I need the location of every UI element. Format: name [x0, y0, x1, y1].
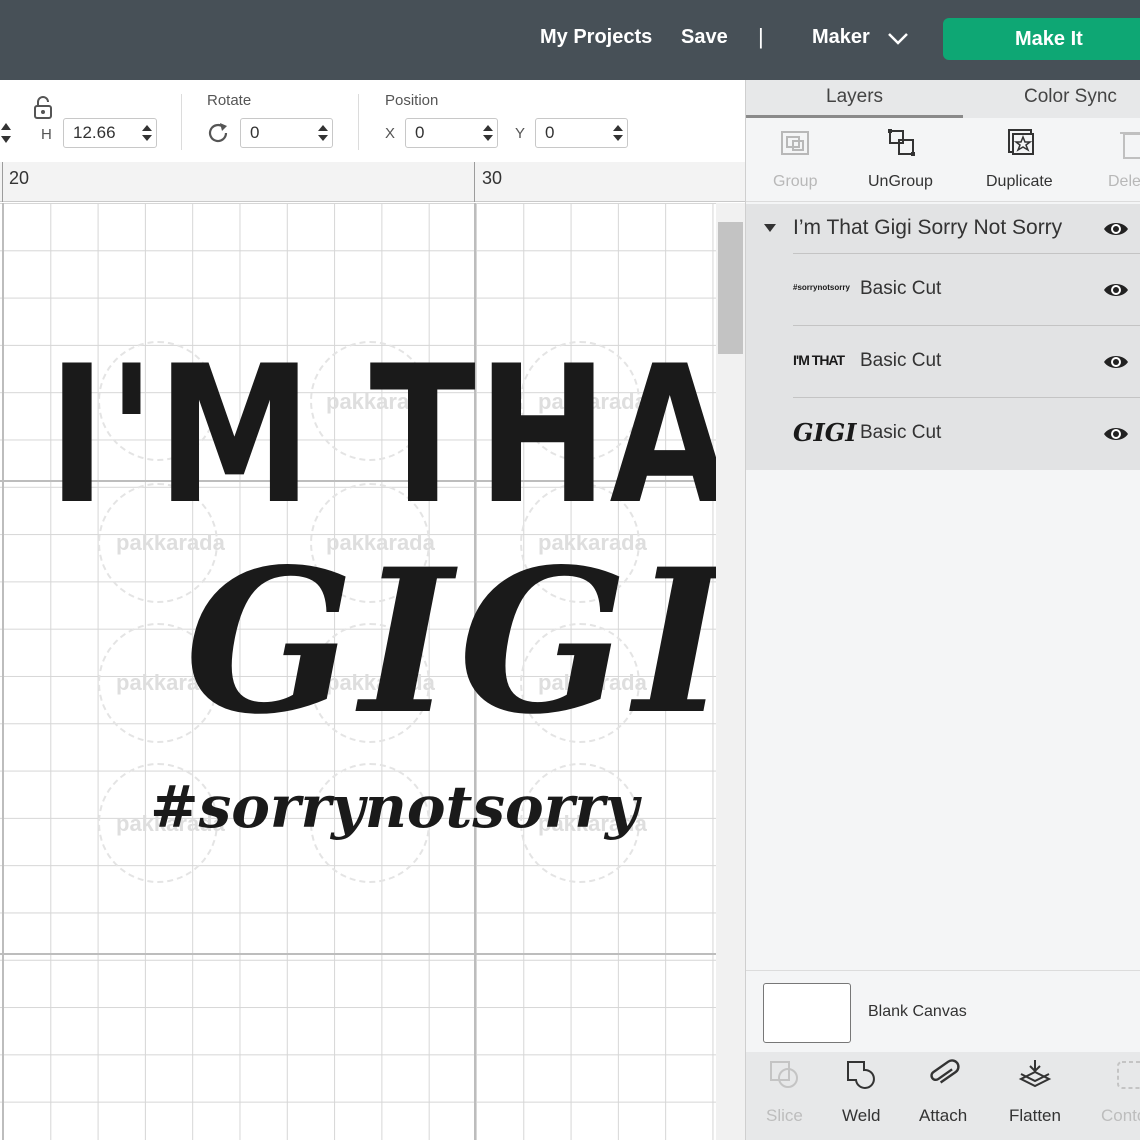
ruler-major-tick: [2, 162, 3, 202]
flatten-label: Flatten: [1009, 1106, 1061, 1125]
attach-label: Attach: [919, 1106, 968, 1125]
chevron-down-icon[interactable]: [886, 28, 910, 48]
flatten-icon[interactable]: [1018, 1058, 1052, 1092]
save-link[interactable]: Save: [681, 26, 728, 49]
layer-label: Basic Cut: [860, 278, 942, 299]
y-label: Y: [515, 125, 526, 142]
slice-label: Slice: [766, 1106, 803, 1125]
grid-major-line: [0, 953, 716, 955]
contour-label: Conto: [1101, 1106, 1140, 1125]
header-separator: |: [758, 24, 764, 49]
layer-bottom-actions: Slice Weld Attach Flatten Conto: [746, 1052, 1140, 1140]
design-text-hashtag[interactable]: #sorrynotsorry: [150, 777, 639, 837]
height-label: H: [41, 126, 52, 143]
design-text-gigi[interactable]: GIGI: [185, 543, 716, 741]
x-stepper-arrows[interactable]: [483, 123, 493, 143]
eye-icon[interactable]: [1103, 353, 1129, 371]
rotate-input[interactable]: 0: [240, 118, 333, 148]
eye-icon[interactable]: [1103, 281, 1129, 299]
rotate-label: Rotate: [207, 92, 252, 109]
duplicate-icon[interactable]: [1005, 126, 1037, 160]
height-stepper-arrows[interactable]: [142, 123, 152, 143]
tab-layers[interactable]: Layers: [826, 86, 883, 108]
top-header-bar: My Projects Save | Maker Make It: [0, 0, 1140, 80]
x-label: X: [385, 125, 396, 142]
eye-icon[interactable]: [1103, 220, 1129, 238]
ungroup-icon[interactable]: [886, 126, 918, 160]
contour-icon[interactable]: [1114, 1058, 1140, 1092]
x-position-value: 0: [415, 123, 425, 142]
group-label: Group: [773, 173, 818, 190]
layer-actions-bar: Group UnGroup Duplicate Dele: [746, 118, 1140, 202]
width-stepper-arrows[interactable]: [0, 120, 12, 146]
slice-icon[interactable]: [767, 1058, 801, 1092]
layer-group-name: I’m That Gigi Sorry Not Sorry: [793, 216, 1063, 239]
grid-major-line: [2, 203, 4, 1140]
height-input[interactable]: 12.66: [63, 118, 157, 148]
rotate-icon[interactable]: [206, 120, 232, 146]
layer-thumbnail: GIGI: [793, 418, 857, 447]
layer-row[interactable]: GIGI Basic Cut: [746, 398, 1140, 470]
canvas-scroll-thumb[interactable]: [718, 222, 743, 354]
blank-canvas-swatch[interactable]: [763, 983, 851, 1043]
attach-paperclip-icon[interactable]: [927, 1058, 961, 1092]
group-icon[interactable]: [779, 126, 811, 160]
position-label: Position: [385, 92, 439, 109]
layer-thumbnail: #sorrynotsorry: [793, 283, 850, 292]
layer-label: Basic Cut: [860, 422, 942, 443]
layer-thumbnail: I'M THAT: [793, 352, 845, 368]
duplicate-label: Duplicate: [986, 173, 1053, 190]
ruler-major-tick: [474, 162, 475, 202]
tab-color-sync[interactable]: Color Sync: [1024, 86, 1117, 108]
y-position-input[interactable]: 0: [535, 118, 628, 148]
weld-label: Weld: [842, 1106, 881, 1125]
y-position-value: 0: [545, 123, 555, 142]
lock-proportions-icon[interactable]: [32, 96, 54, 120]
my-projects-link[interactable]: My Projects: [540, 26, 652, 49]
rotate-value: 0: [250, 123, 260, 142]
toolbar-divider: [358, 94, 359, 150]
horizontal-ruler: 20 30: [0, 162, 745, 202]
delete-label: Dele: [1108, 173, 1140, 190]
layer-row[interactable]: I'M THAT Basic Cut: [746, 326, 1140, 398]
rotate-stepper-arrows[interactable]: [318, 123, 328, 143]
design-canvas[interactable]: pakkarada pakkarada pakkarada pakkarada …: [0, 203, 716, 1140]
layer-row[interactable]: #sorrynotsorry Basic Cut: [746, 254, 1140, 326]
ungroup-label: UnGroup: [868, 173, 933, 190]
y-stepper-arrows[interactable]: [613, 123, 623, 143]
ruler-label: 20: [9, 168, 30, 188]
height-value: 12.66: [73, 123, 116, 142]
x-position-input[interactable]: 0: [405, 118, 498, 148]
weld-icon[interactable]: [844, 1058, 878, 1092]
ruler-label: 30: [482, 168, 503, 188]
blank-canvas-label: Blank Canvas: [868, 1003, 967, 1020]
delete-icon[interactable]: [1118, 126, 1140, 160]
layers-panel: Layers Color Sync Group UnGroup Duplicat…: [745, 80, 1140, 1140]
layer-label: Basic Cut: [860, 350, 942, 371]
layer-group-row[interactable]: I’m That Gigi Sorry Not Sorry: [746, 204, 1140, 254]
eye-icon[interactable]: [1103, 425, 1129, 443]
panel-tabs: Layers Color Sync: [746, 80, 1140, 118]
collapse-caret-icon[interactable]: [763, 223, 777, 233]
edit-toolbar: H 12.66 Rotate 0 Position X 0 Y 0: [0, 80, 745, 162]
toolbar-divider: [181, 94, 182, 150]
blank-canvas-row[interactable]: Blank Canvas: [746, 970, 1140, 1052]
design-text-im-that[interactable]: I'M THAT: [48, 341, 716, 531]
make-it-button[interactable]: Make It: [943, 18, 1140, 60]
machine-selector-label[interactable]: Maker: [812, 26, 870, 49]
